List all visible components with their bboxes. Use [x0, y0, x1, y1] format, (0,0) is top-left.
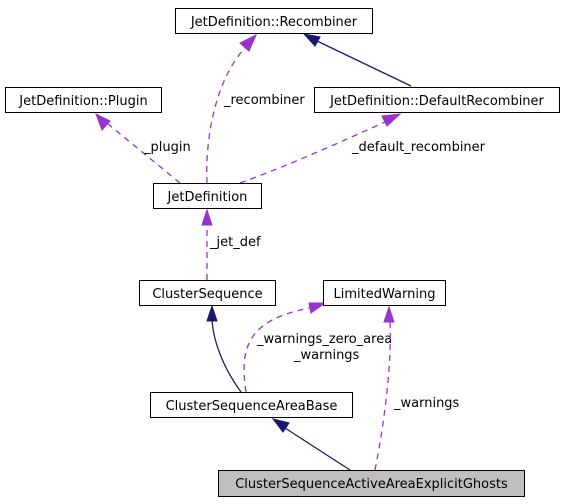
node-label: LimitedWarning [334, 287, 436, 302]
node-label: ClusterSequenceAreaBase [166, 399, 338, 414]
usage-arrowhead [383, 305, 395, 323]
edge-label-warnings-2: _warnings [393, 396, 460, 411]
node-label: JetDefinition [167, 190, 248, 205]
node-cluster-sequence[interactable]: ClusterSequence [139, 280, 276, 306]
node-jet-definition[interactable]: JetDefinition [153, 183, 262, 209]
node-label: ClusterSequence [152, 287, 262, 302]
node-label: JetDefinition::Recombiner [190, 15, 358, 30]
collaboration-diagram: _recombiner _plugin _default_recombiner … [0, 0, 568, 504]
usage-arrowhead [95, 112, 111, 131]
usage-arrowhead [239, 33, 258, 52]
edge-explicitghosts-to-areabase [271, 418, 351, 471]
edge-jetdefinition-to-recombiner: _recombiner [206, 33, 305, 184]
edge-clustersequence-to-jetdefinition: _jet_def [201, 208, 261, 280]
edge-label-plugin: _plugin [143, 140, 191, 155]
node-label: JetDefinition::DefaultRecombiner [329, 94, 544, 109]
node-label: ClusterSequenceActiveAreaExplicitGhosts [235, 477, 508, 492]
node-limited-warning[interactable]: LimitedWarning [323, 280, 446, 306]
inheritance-arrowhead [271, 418, 290, 433]
node-plugin[interactable]: JetDefinition::Plugin [5, 87, 162, 113]
node-recombiner[interactable]: JetDefinition::Recombiner [175, 8, 373, 34]
node-label: JetDefinition::Plugin [18, 94, 147, 109]
edge-label-jet-def: _jet_def [209, 235, 261, 250]
usage-line [206, 47, 246, 184]
node-cluster-sequence-area-base[interactable]: ClusterSequenceAreaBase [150, 392, 353, 418]
edge-label-default-recombiner: _default_recombiner [351, 140, 486, 155]
usage-arrowhead [201, 208, 213, 226]
edge-label-warnings: _warnings [293, 348, 360, 363]
inheritance-line [284, 427, 351, 471]
usage-arrowhead [381, 113, 402, 127]
inheritance-arrowhead [302, 33, 321, 47]
edge-areabase-to-clustersequence [206, 304, 242, 393]
usage-arrowhead [308, 302, 327, 314]
inheritance-arrowhead [206, 304, 218, 322]
edge-defaultrecombiner-to-recombiner [302, 33, 412, 87]
edge-label-warnings-zero-area: _warnings_zero_area [256, 332, 392, 347]
edge-areabase-to-limitedwarning: _warnings_zero_area _warnings [243, 302, 392, 393]
edge-jetdefinition-to-defaultrecombiner: _default_recombiner [239, 113, 486, 184]
edge-label-recombiner: _recombiner [223, 93, 305, 108]
node-cluster-sequence-active-area-explicit-ghosts[interactable]: ClusterSequenceActiveAreaExplicitGhosts [218, 470, 525, 497]
diagram-svg: _recombiner _plugin _default_recombiner … [5, 8, 560, 497]
inheritance-line [211, 320, 242, 393]
inheritance-line [314, 39, 412, 87]
edge-jetdefinition-to-plugin: _plugin [95, 112, 191, 184]
node-default-recombiner[interactable]: JetDefinition::DefaultRecombiner [314, 87, 560, 113]
